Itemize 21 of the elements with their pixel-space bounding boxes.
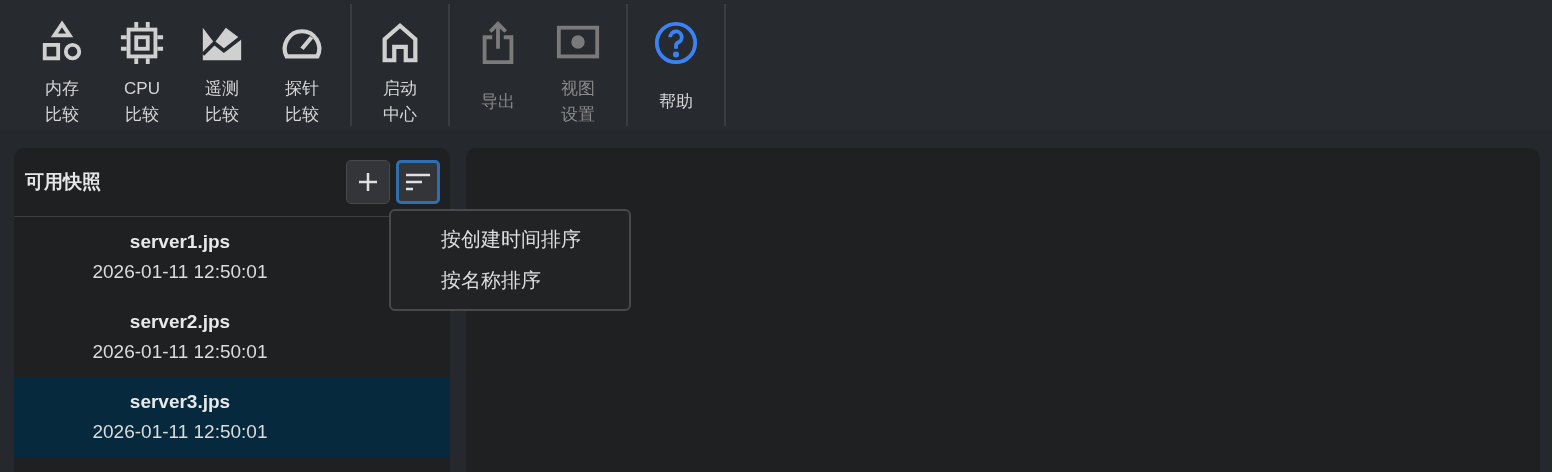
snapshot-date: 2026-01-11 12:50:01: [92, 421, 268, 443]
plus-icon: [357, 171, 379, 193]
toolbar-button[interactable]: 探针比较: [262, 8, 342, 126]
sort-button[interactable]: [396, 160, 440, 204]
toolbar-button[interactable]: 帮助: [636, 8, 716, 126]
snapshot-name: server2.jps: [129, 311, 231, 333]
sort-icon: [405, 172, 431, 192]
snapshot-date: 2026-01-11 12:50:01: [92, 341, 268, 363]
toolbar-button[interactable]: 内存比较: [22, 8, 102, 126]
snapshot-item[interactable]: server3.jps 2026-01-11 12:50:01: [14, 377, 450, 457]
panel-title: 可用快照: [25, 170, 102, 194]
add-button[interactable]: [346, 160, 390, 204]
chip-icon: [119, 20, 165, 66]
toolbar-button[interactable]: 遥测比较: [182, 8, 262, 126]
menu-item[interactable]: 按创建时间排序: [391, 219, 629, 260]
toolbar-button[interactable]: CPU比较: [102, 8, 182, 126]
toolbar-button[interactable]: 启动中心: [360, 8, 440, 126]
snapshot-name: server1.jps: [129, 231, 231, 253]
help-icon: [653, 20, 699, 66]
snapshot-date: 2026-01-11 12:50:01: [92, 261, 268, 283]
snapshot-name: server3.jps: [129, 391, 231, 413]
